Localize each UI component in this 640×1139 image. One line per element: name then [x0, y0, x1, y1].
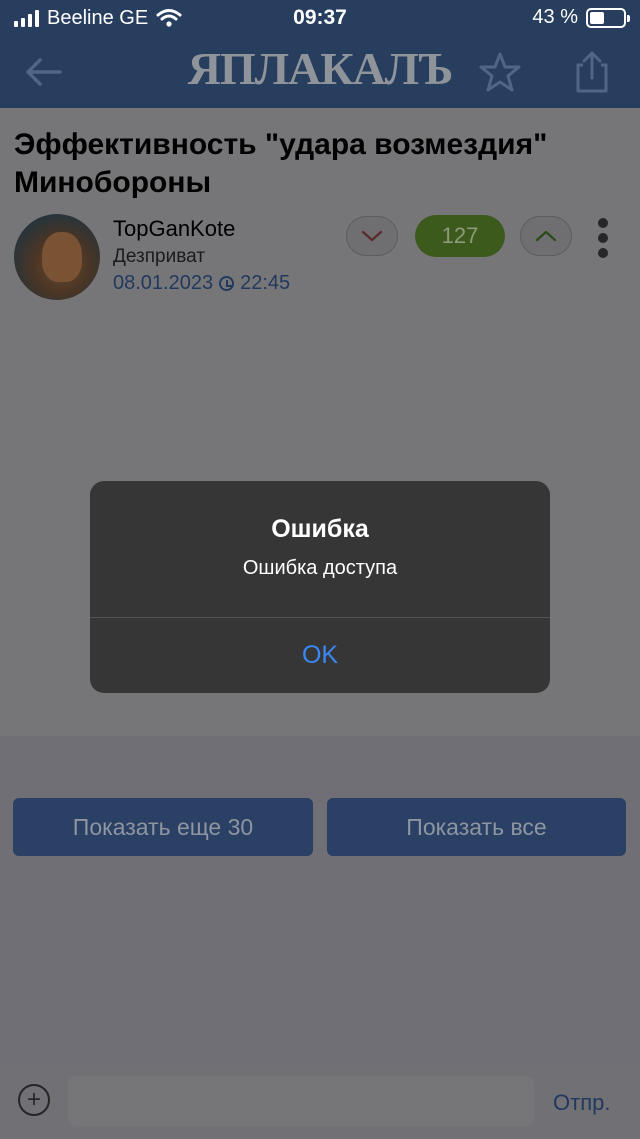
star-icon[interactable]: [478, 50, 522, 94]
battery-percent: 43 %: [532, 6, 578, 28]
clock-icon: [219, 276, 235, 291]
status-bar: Beeline GE 09:37 43 %: [0, 0, 640, 36]
chevron-up-icon: [535, 230, 557, 242]
share-icon[interactable]: [570, 50, 614, 94]
add-attachment-icon[interactable]: +: [18, 1084, 50, 1116]
nav-bar: ЯПЛАКАЛЪ: [0, 36, 640, 108]
vote-down-button[interactable]: [346, 216, 398, 256]
show-more-button[interactable]: Показать еще 30: [13, 798, 313, 856]
ok-button[interactable]: OK: [90, 618, 550, 693]
post-date: 08.01.2023: [113, 272, 214, 294]
show-all-button[interactable]: Показать все: [327, 798, 626, 856]
battery-icon: [586, 7, 630, 28]
post-time: 22:45: [240, 272, 291, 294]
post-title: Эффективность "удара возмездия" Миноборо…: [14, 128, 548, 199]
comment-input[interactable]: [68, 1076, 534, 1126]
avatar-image: [42, 232, 82, 282]
post-datetime: 08.01.2023 22:45: [113, 272, 290, 295]
comment-composer: + Отпр.: [0, 1064, 640, 1139]
author-role: Дезприват: [113, 246, 205, 267]
chevron-down-icon: [361, 230, 383, 242]
comments-area: Показать еще 30 Показать все + Отпр.: [0, 736, 640, 1139]
author-name[interactable]: TopGanKote: [113, 216, 235, 242]
dialog-message: Ошибка доступа: [242, 557, 398, 579]
send-button[interactable]: Отпр.: [553, 1090, 610, 1116]
status-right: 43 %: [532, 6, 630, 29]
more-options-icon[interactable]: [596, 218, 610, 258]
vote-up-button[interactable]: [520, 216, 572, 256]
site-logo[interactable]: ЯПЛАКАЛЪ: [0, 42, 640, 95]
battery-level: [590, 11, 604, 24]
dialog-title: Ошибка: [271, 515, 369, 543]
avatar[interactable]: [14, 214, 100, 300]
rating-badge: 127: [415, 215, 505, 257]
error-dialog: Ошибка Ошибка доступа OK: [90, 481, 550, 693]
